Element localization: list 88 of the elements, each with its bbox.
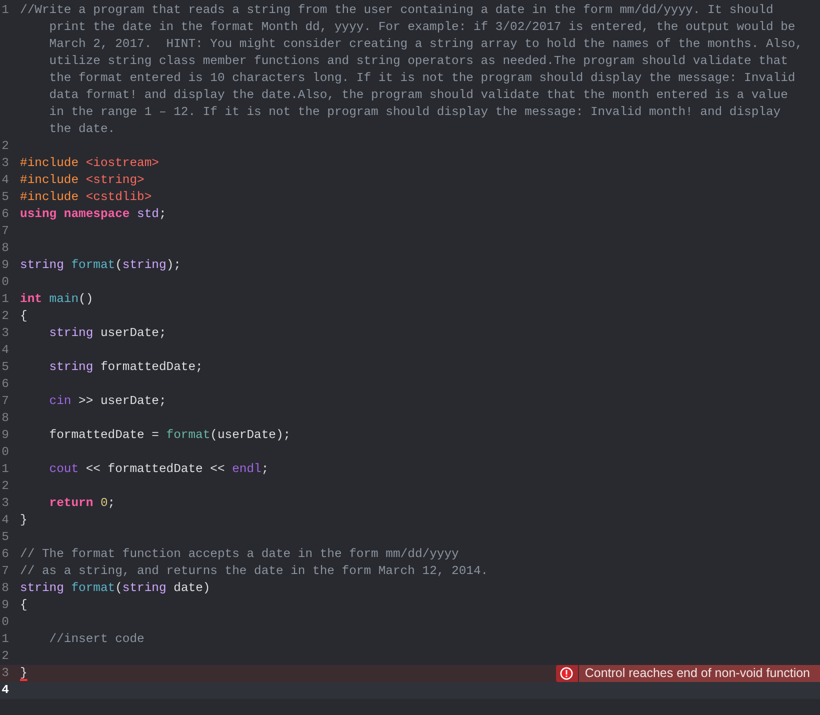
code-token: }	[20, 513, 28, 527]
code-token: #include	[20, 190, 79, 204]
code-token: // The format function accepts a date in the form mm/dd/yyyy	[20, 547, 459, 561]
code-token: ()	[78, 292, 94, 306]
code-token: }	[20, 666, 28, 680]
code-token: cout	[48, 462, 79, 476]
code-token: 0	[99, 496, 108, 510]
code-token: {	[20, 598, 28, 612]
line-number: 6	[0, 376, 9, 393]
line-number: 6	[0, 206, 9, 223]
line-number: 1	[0, 461, 9, 478]
line-number: 8	[0, 240, 9, 257]
code-token: ;	[158, 207, 166, 221]
code-token: <cstdlib>	[84, 190, 152, 204]
line-number: 9	[0, 427, 9, 444]
line-number: 4	[0, 172, 9, 189]
code-token: (userDate);	[210, 428, 291, 442]
code-token: int	[20, 292, 42, 306]
line-number: 1	[0, 2, 9, 19]
line-number: 0	[0, 444, 9, 461]
code-token: formattedDate;	[99, 360, 203, 374]
line-number: 2	[0, 648, 9, 665]
code-token: #include	[20, 156, 79, 170]
line-number: 0	[0, 274, 9, 291]
code-token: string	[122, 581, 166, 595]
code-token: return	[48, 496, 94, 510]
code-token: {	[20, 309, 28, 323]
code-token: format	[70, 581, 116, 595]
code-token: );	[166, 258, 181, 272]
code-token: date)	[172, 581, 210, 595]
code-token: userDate;	[99, 326, 166, 340]
code-token: ;	[108, 496, 116, 510]
line-number: 3	[0, 495, 9, 512]
line-number: 5	[0, 359, 9, 376]
code-token: >> userDate;	[78, 394, 166, 408]
line-number: 4	[0, 342, 9, 359]
line-number: 1	[0, 631, 9, 648]
code-token: (	[115, 258, 122, 272]
code-token: utilize string class member functions and string operators as needed.The program should validate that	[49, 54, 788, 68]
code-token: format	[166, 428, 210, 442]
error-icon	[560, 667, 574, 680]
line-number: 6	[0, 546, 9, 563]
line-number: 3	[0, 665, 9, 682]
code-token: data format! and display the date.Also, the program should validate that the month entered is a value	[49, 88, 788, 102]
code-token: string	[48, 326, 94, 340]
code-token: endl	[232, 462, 262, 476]
code-token: print the date in the format Month dd, yyyy. For example: if 3/02/2017 is entered, the output would be	[49, 20, 796, 34]
line-number: 5	[0, 189, 9, 206]
line-number: 8	[0, 410, 9, 427]
line-number: 3	[0, 325, 9, 342]
line-number: 7	[0, 563, 9, 580]
line-number: 7	[0, 223, 9, 240]
line-number: 4	[0, 512, 9, 529]
line-number: 1	[0, 291, 9, 308]
line-number: 8	[0, 580, 9, 597]
line-number: 0	[0, 614, 9, 631]
code-token: << formattedDate <<	[84, 462, 226, 476]
line-number: 2	[0, 308, 9, 325]
line-number: 2	[0, 478, 9, 495]
code-token: ;	[261, 462, 269, 476]
code-token: format	[70, 258, 116, 272]
code-token: string	[20, 581, 64, 595]
code-token: #include	[20, 173, 79, 187]
code-token: string	[20, 258, 64, 272]
code-token: formattedDate =	[48, 428, 160, 442]
code-token: string	[48, 360, 94, 374]
line-number: 7	[0, 393, 9, 410]
code-token: //insert code	[48, 632, 144, 646]
code-token: March 2, 2017. HINT: You might consider creating a string array to hold the names of the months. Also,	[49, 37, 803, 51]
code-token: string	[122, 258, 166, 272]
code-token: using namespace	[20, 207, 130, 221]
line-number: 2	[0, 138, 9, 155]
line-number: 3	[0, 155, 9, 172]
code-token: // as a string, and returns the date in the form March 12, 2014.	[20, 564, 488, 578]
code-token: the format entered is 10 characters long. If it is not the program should display the message: Invalid	[49, 71, 796, 85]
line-number: 9	[0, 257, 9, 274]
code-token: (	[115, 581, 122, 595]
line-number: 5	[0, 529, 9, 546]
code-token: //Write a program that reads a string from the user containing a date in the form mm/dd/yyyy. It should	[20, 3, 774, 17]
code-token: main	[48, 292, 79, 306]
line-number: 4	[0, 682, 9, 699]
code-token: the date.	[49, 122, 116, 136]
code-token: <string>	[84, 173, 144, 187]
code-token: cin	[48, 394, 72, 408]
line-number: 9	[0, 597, 9, 614]
code-token: in the range 1 – 12. If it is not the program should display the message: Invalid month! and display	[49, 105, 781, 119]
code-token: std	[136, 207, 159, 221]
code-token: <iostream>	[84, 156, 159, 170]
